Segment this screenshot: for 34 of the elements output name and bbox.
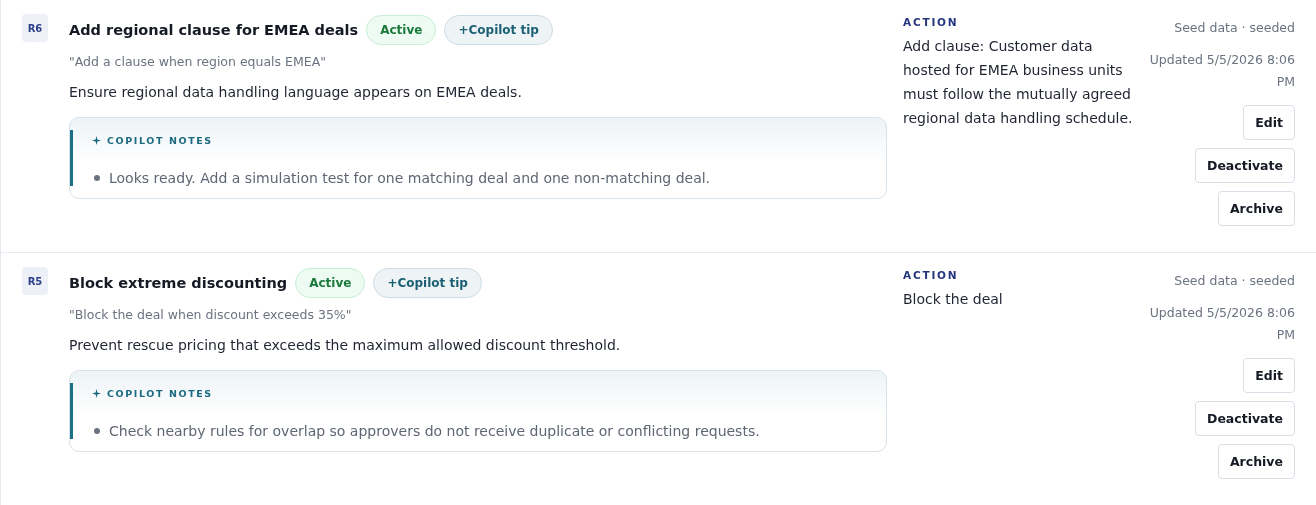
action-button[interactable]: Edit — [1243, 105, 1295, 140]
updated-text: Updated 5/5/2026 8:06 PM — [1148, 51, 1295, 91]
action-button[interactable]: Archive — [1217, 444, 1295, 479]
action-button[interactable]: Deactivate — [1195, 148, 1295, 183]
copilot-tip-button[interactable]: +Copilot tip — [373, 268, 482, 298]
rule-description: Prevent rescue pricing that exceeds the maximum allowed discount threshold. — [69, 337, 622, 353]
copilot-tip-button[interactable]: +Copilot tip — [444, 15, 553, 45]
notes-heading: COPILOT NOTES — [107, 387, 213, 399]
sparkle-icon — [92, 388, 101, 398]
rule-description: Ensure regional data handling language appears on EMEA deals. — [69, 84, 523, 100]
rule-title: Add regional clause for EMEA deals — [69, 22, 359, 38]
source-text: Seed data · seeded — [1174, 20, 1295, 35]
rule-id-badge: R6 — [22, 14, 48, 42]
sparkle-icon — [92, 135, 101, 145]
action-label: ACTION — [903, 16, 960, 28]
note-text: Looks ready. Add a simulation test for one matching deal and one non-matching deal. — [109, 170, 711, 186]
action-button[interactable]: Edit — [1243, 358, 1295, 393]
rule-prompt: "Add a clause when region equals EMEA" — [69, 54, 327, 69]
status-badge: Active — [366, 15, 437, 45]
rule-prompt: "Block the deal when discount exceeds 35%" — [69, 307, 353, 322]
notes-heading: COPILOT NOTES — [107, 134, 213, 146]
action-text: Add clause: Customer data hosted for EMEA business units must follow the mutually agreed regional data handling schedule. — [903, 37, 1134, 128]
bullet-icon — [94, 175, 100, 181]
updated-text: Updated 5/5/2026 8:06 PM — [1148, 304, 1295, 344]
status-badge: Active — [295, 268, 366, 298]
source-text: Seed data · seeded — [1174, 273, 1295, 288]
rule-id-badge: R5 — [22, 267, 48, 295]
action-button[interactable]: Deactivate — [1195, 401, 1295, 436]
bullet-icon — [94, 428, 100, 434]
action-label: ACTION — [903, 269, 960, 281]
note-text: Check nearby rules for overlap so approvers do not receive duplicate or conflicting requests. — [109, 423, 760, 439]
action-text: Block the deal — [903, 290, 1004, 309]
rule-title: Block extreme discounting — [69, 275, 288, 291]
action-button[interactable]: Archive — [1217, 191, 1295, 226]
